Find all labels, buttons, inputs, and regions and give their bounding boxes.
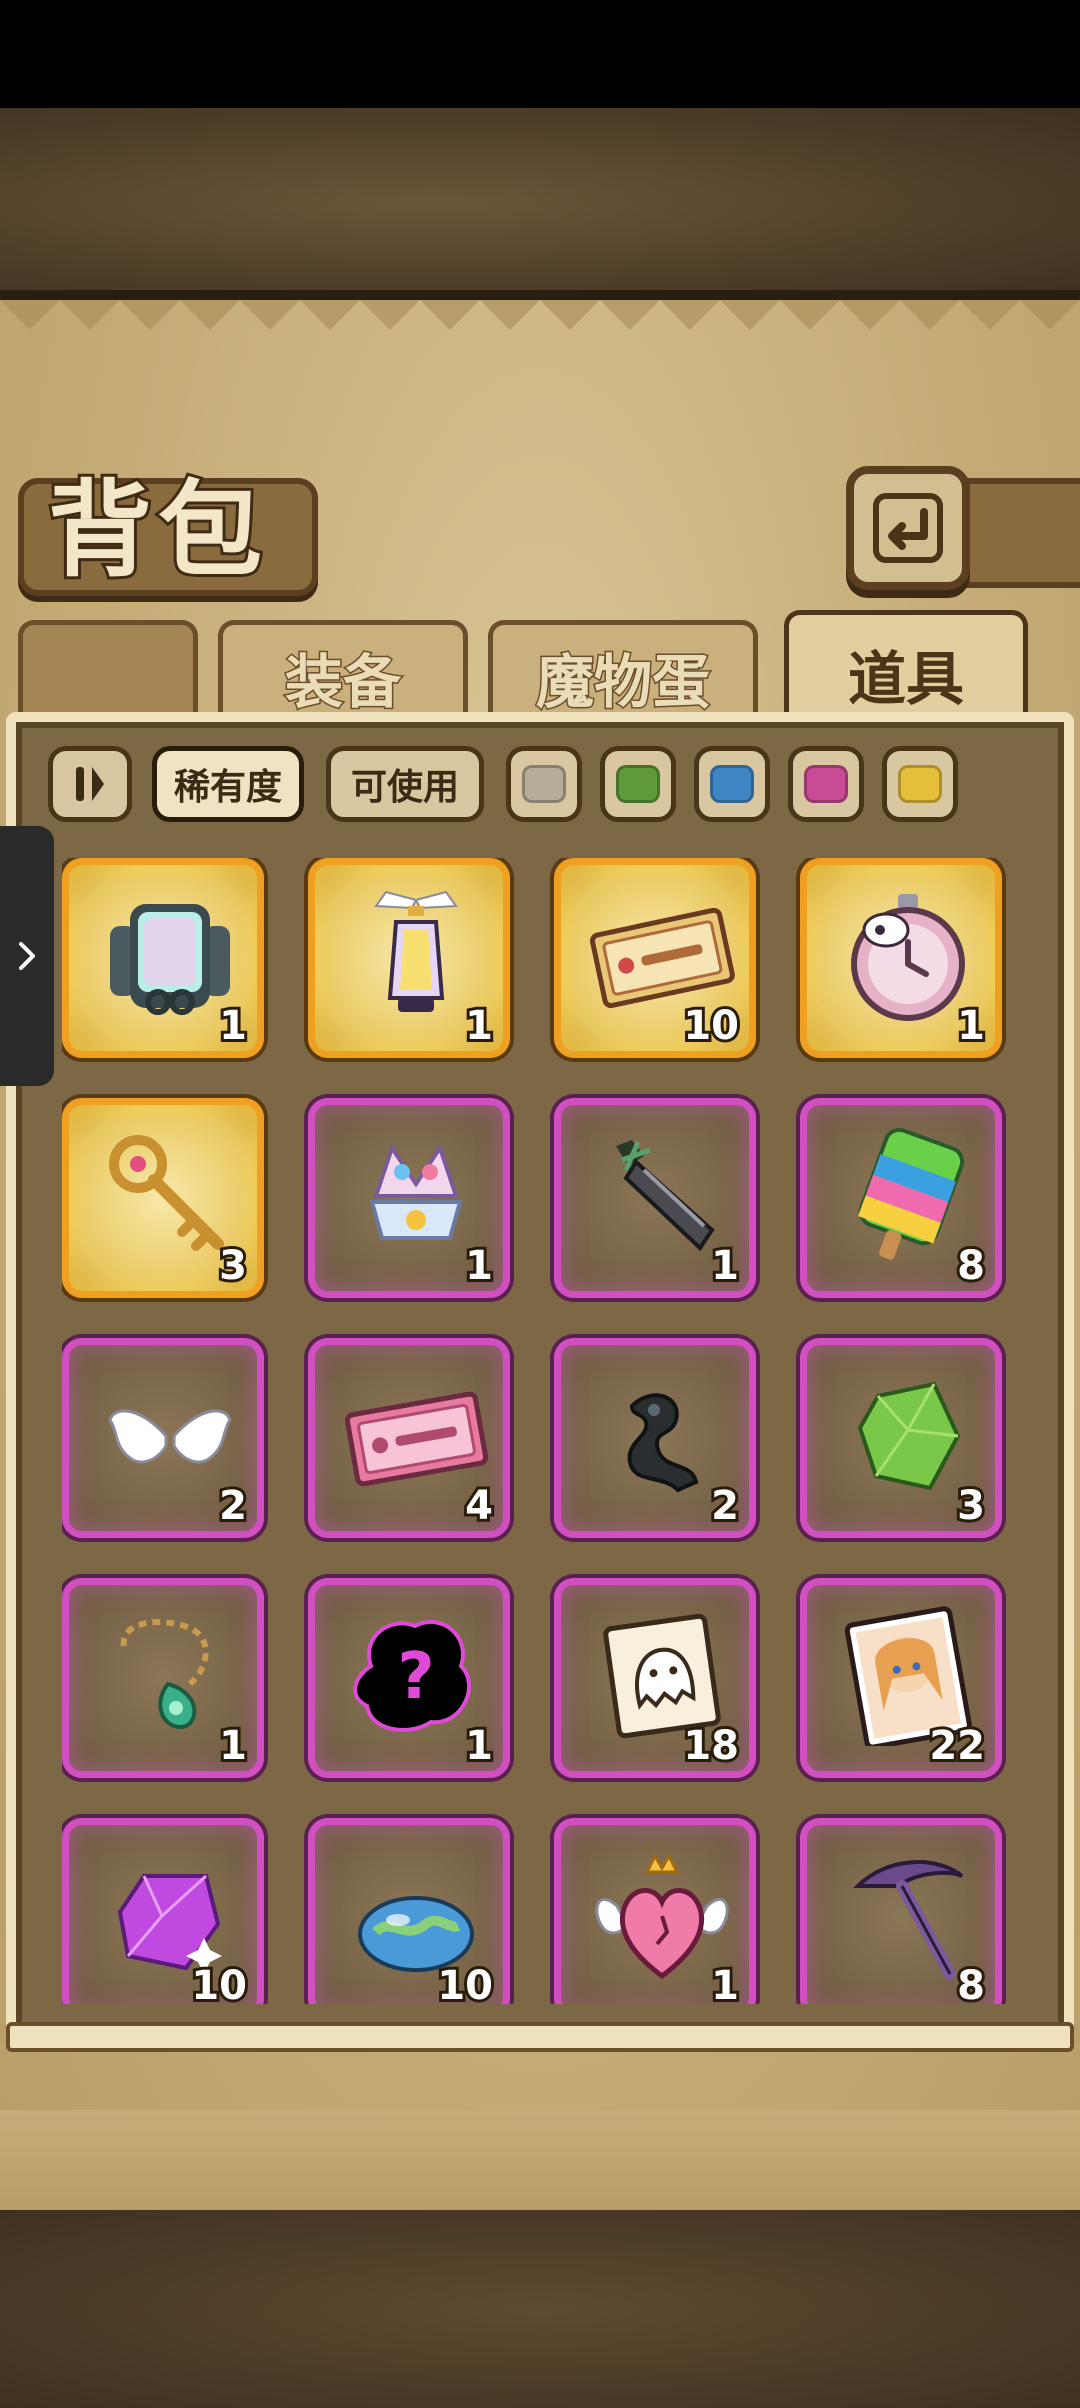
item-slot[interactable]: 1 [554, 1818, 756, 2004]
chevron-right-icon [19, 942, 35, 970]
item-count: 4 [462, 1480, 496, 1532]
item-count: 1 [708, 1240, 742, 1292]
item-count: 2 [708, 1480, 742, 1532]
page-title: 背包 [45, 467, 269, 593]
rarity-filter-label: 稀有度 [173, 767, 282, 808]
item-slot[interactable]: 3 [800, 1338, 1002, 1538]
item-count: 1 [954, 1000, 988, 1052]
item-count: 1 [216, 1720, 250, 1772]
item-slot[interactable]: ? 1 [308, 1578, 510, 1778]
item-slot[interactable]: 1 [62, 858, 264, 1058]
sort-toggle-button[interactable] [48, 746, 132, 822]
item-count: 10 [680, 1000, 742, 1052]
item-count: 10 [434, 1960, 496, 2004]
blue-swatch [710, 765, 754, 803]
item-slot[interactable]: 10 [308, 1818, 510, 2004]
color-filter-gray[interactable] [506, 746, 582, 822]
item-count: 3 [954, 1480, 988, 1532]
tab-label: 装备 [283, 646, 402, 717]
item-slot[interactable]: 1 [800, 858, 1002, 1058]
item-slot[interactable]: 8 [800, 1818, 1002, 2004]
item-slot[interactable]: 1 [308, 1098, 510, 1298]
sort-toggle-icon [76, 767, 104, 801]
tab-label: 魔物蛋 [534, 646, 711, 717]
item-slot[interactable]: 2 [554, 1338, 756, 1538]
top-map-background [0, 108, 1080, 298]
return-arrow-icon [873, 493, 943, 563]
color-filter-green[interactable] [600, 746, 676, 822]
color-filter-blue[interactable] [694, 746, 770, 822]
item-count: 1 [708, 1960, 742, 2004]
green-swatch [616, 765, 660, 803]
rarity-filter-button[interactable]: 稀有度 [152, 746, 304, 822]
item-count: 1 [216, 1000, 250, 1052]
item-count: 3 [216, 1240, 250, 1292]
gray-swatch [522, 765, 566, 803]
svg-text:?: ? [397, 1640, 434, 1714]
item-slot[interactable]: 4 [308, 1338, 510, 1538]
item-slot[interactable]: 10 [554, 858, 756, 1058]
item-slot[interactable]: 18 [554, 1578, 756, 1778]
zigzag-trim-top [0, 300, 1080, 360]
item-count: 1 [462, 1240, 496, 1292]
item-slot[interactable]: 1 [308, 858, 510, 1058]
item-count: 1 [462, 1000, 496, 1052]
back-button[interactable] [846, 466, 970, 590]
item-count: 18 [680, 1720, 742, 1772]
top-map-border [0, 290, 1080, 300]
usable-filter-button[interactable]: 可使用 [326, 746, 484, 822]
item-count: 1 [462, 1720, 496, 1772]
zigzag-trim-bottom [0, 2110, 1080, 2210]
usable-filter-label: 可使用 [350, 767, 459, 808]
item-slot[interactable]: 1 [62, 1578, 264, 1778]
item-slot[interactable]: 1 [554, 1098, 756, 1298]
status-bar [0, 0, 1080, 108]
item-slot[interactable]: 22 [800, 1578, 1002, 1778]
item-count: 2 [216, 1480, 250, 1532]
item-count: 8 [954, 1960, 988, 2004]
item-slot[interactable]: 8 [800, 1098, 1002, 1298]
item-grid: 1 1 10 1 3 1 1 8 2 4 2 3 1 ? 1 18 22 10 … [62, 858, 1022, 2004]
pink-swatch [804, 765, 848, 803]
tab-label: 道具 [847, 644, 964, 713]
color-filter-pink[interactable] [788, 746, 864, 822]
item-count: 22 [926, 1720, 988, 1772]
item-slot[interactable]: 2 [62, 1338, 264, 1538]
filter-bar: 稀有度 可使用 [48, 746, 1028, 826]
item-slot[interactable]: 3 [62, 1098, 264, 1298]
color-filter-gold[interactable] [882, 746, 958, 822]
inventory-frame-rail [6, 2022, 1074, 2052]
item-slot[interactable]: 10 [62, 1818, 264, 2004]
side-drawer-toggle[interactable] [0, 826, 54, 1086]
bottom-map-background [0, 2210, 1080, 2408]
gold-swatch [898, 765, 942, 803]
item-count: 8 [954, 1240, 988, 1292]
item-count: 10 [188, 1960, 250, 2004]
